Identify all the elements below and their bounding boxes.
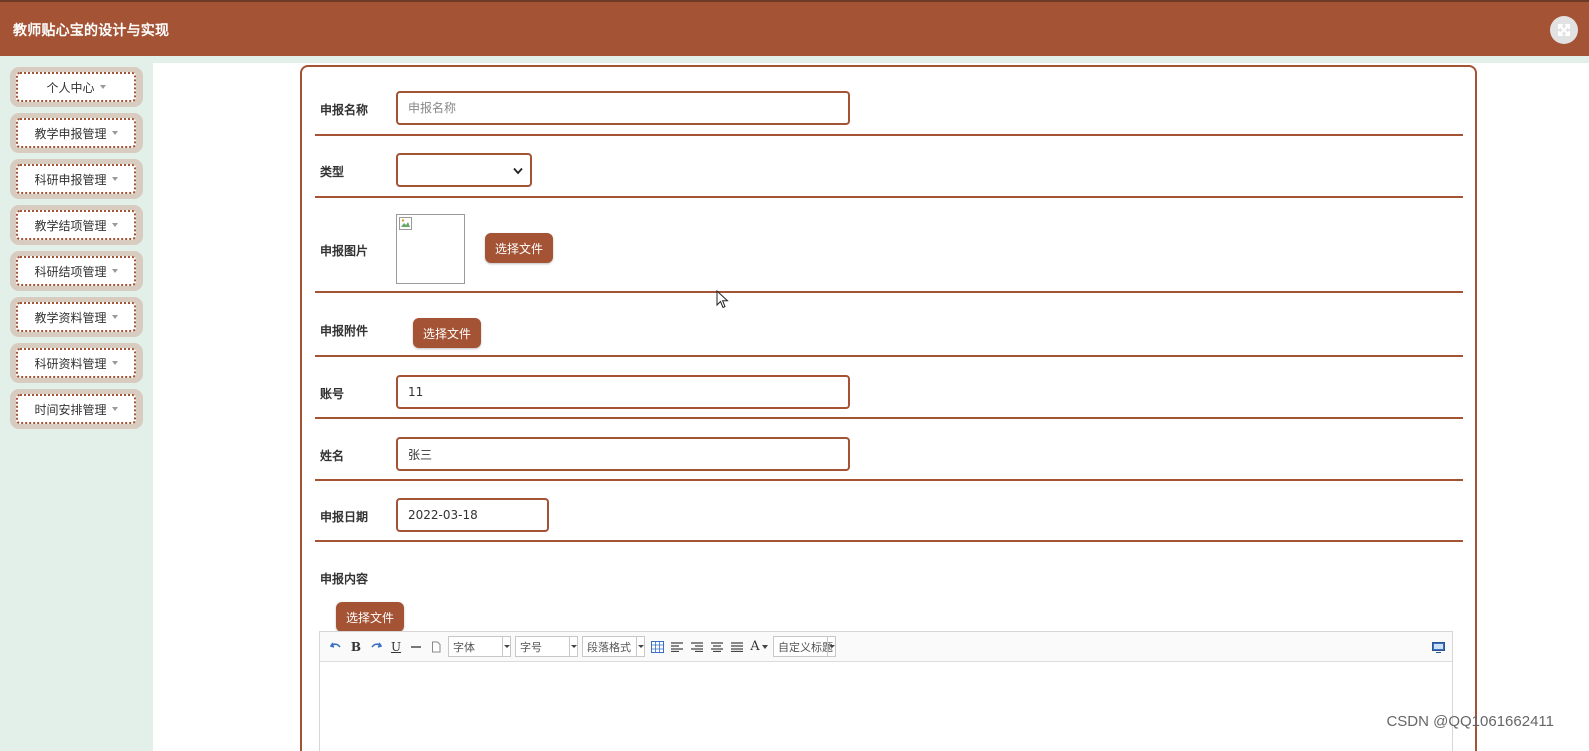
image-label: 申报图片 xyxy=(320,244,369,258)
align-right-icon[interactable] xyxy=(687,637,707,657)
chevron-down-icon xyxy=(111,131,118,135)
choose-content-file-button[interactable]: 选择文件 xyxy=(336,602,404,632)
paragraph-format-select[interactable]: 段落格式 xyxy=(582,636,645,657)
sidebar-item-personal-center[interactable]: 个人中心 xyxy=(10,67,143,107)
align-left-icon[interactable] xyxy=(667,637,687,657)
app-title: 教师贴心宝的设计与实现 xyxy=(13,23,170,39)
horizontal-rule-icon[interactable] xyxy=(406,637,426,657)
chevron-down-icon xyxy=(111,269,118,273)
align-justify-icon[interactable] xyxy=(727,637,747,657)
sidebar-item-research-application[interactable]: 科研申报管理 xyxy=(10,159,143,199)
chevron-down-icon xyxy=(111,223,118,227)
application-name-input[interactable] xyxy=(396,91,850,125)
top-bar: 教师贴心宝的设计与实现 xyxy=(0,0,1589,56)
table-icon[interactable] xyxy=(647,637,667,657)
bold-icon[interactable]: B xyxy=(346,637,366,657)
fullname-input[interactable] xyxy=(396,437,850,471)
fullscreen-icon xyxy=(1558,24,1570,36)
undo-icon[interactable] xyxy=(326,637,346,657)
sidebar-item-schedule[interactable]: 时间安排管理 xyxy=(10,389,143,429)
date-label: 申报日期 xyxy=(320,510,369,524)
row-divider xyxy=(315,479,1463,481)
sidebar-item-label: 教学结项管理 xyxy=(34,218,107,233)
image-preview xyxy=(396,214,465,284)
chevron-down-icon xyxy=(111,407,118,411)
row-divider xyxy=(315,291,1463,293)
source-view-icon[interactable] xyxy=(1428,637,1448,657)
font-color-icon[interactable]: A xyxy=(747,637,771,657)
type-select[interactable] xyxy=(396,153,532,187)
chevron-down-icon xyxy=(636,637,644,656)
sidebar-item-teaching-application[interactable]: 教学申报管理 xyxy=(10,113,143,153)
row-divider xyxy=(315,417,1463,419)
choose-image-button[interactable]: 选择文件 xyxy=(485,233,553,263)
document-icon[interactable] xyxy=(426,637,446,657)
chevron-down-icon xyxy=(111,177,118,181)
row-divider xyxy=(315,134,1463,136)
account-input[interactable] xyxy=(396,375,850,409)
align-center-icon[interactable] xyxy=(707,637,727,657)
chevron-down-icon xyxy=(502,637,510,656)
sidebar-item-teaching-completion[interactable]: 教学结项管理 xyxy=(10,205,143,245)
watermark: CSDN @QQ1061662411 xyxy=(1386,713,1554,730)
row-divider xyxy=(315,196,1463,198)
sidebar-item-teaching-materials[interactable]: 教学资料管理 xyxy=(10,297,143,337)
sidebar-item-label: 科研资料管理 xyxy=(34,356,107,371)
date-input[interactable] xyxy=(396,498,549,532)
content-label: 申报内容 xyxy=(320,572,369,586)
mouse-cursor-icon xyxy=(716,290,729,309)
sidebar-item-label: 个人中心 xyxy=(46,80,95,95)
sidebar-item-research-completion[interactable]: 科研结项管理 xyxy=(10,251,143,291)
sidebar-item-label: 教学资料管理 xyxy=(34,310,107,325)
type-label: 类型 xyxy=(320,165,345,179)
font-size-select[interactable]: 字号 xyxy=(515,636,578,657)
rich-text-editor[interactable]: B U 字体 字号 段落格式 A 自定义标题 xyxy=(319,631,1453,751)
custom-title-select[interactable]: 自定义标题 xyxy=(773,636,836,657)
choose-attachment-button[interactable]: 选择文件 xyxy=(413,318,481,348)
chevron-down-icon xyxy=(111,315,118,319)
chevron-down-icon xyxy=(513,167,523,175)
chevron-down-icon xyxy=(827,637,835,656)
name-label: 申报名称 xyxy=(320,103,369,117)
sidebar-item-label: 科研结项管理 xyxy=(34,264,107,279)
sidebar-item-label: 教学申报管理 xyxy=(34,126,107,141)
chevron-down-icon xyxy=(111,361,118,365)
sidebar-item-label: 时间安排管理 xyxy=(34,402,107,417)
editor-toolbar: B U 字体 字号 段落格式 A 自定义标题 xyxy=(320,632,1452,662)
chevron-down-icon xyxy=(569,637,577,656)
sidebar-item-label: 科研申报管理 xyxy=(34,172,107,187)
account-label: 账号 xyxy=(320,387,345,401)
fullscreen-button[interactable] xyxy=(1550,16,1578,44)
font-family-select[interactable]: 字体 xyxy=(448,636,511,657)
broken-image-icon xyxy=(399,217,412,230)
sidebar: 个人中心 教学申报管理 科研申报管理 教学结项管理 科研结项管理 教学资料管理 … xyxy=(0,56,153,751)
row-divider xyxy=(315,355,1463,357)
chevron-down-icon xyxy=(99,85,106,89)
redo-icon[interactable] xyxy=(366,637,386,657)
sidebar-item-research-materials[interactable]: 科研资料管理 xyxy=(10,343,143,383)
row-divider xyxy=(315,540,1463,542)
fullname-label: 姓名 xyxy=(320,449,345,463)
underline-icon[interactable]: U xyxy=(386,637,406,657)
attachment-label: 申报附件 xyxy=(320,324,369,338)
